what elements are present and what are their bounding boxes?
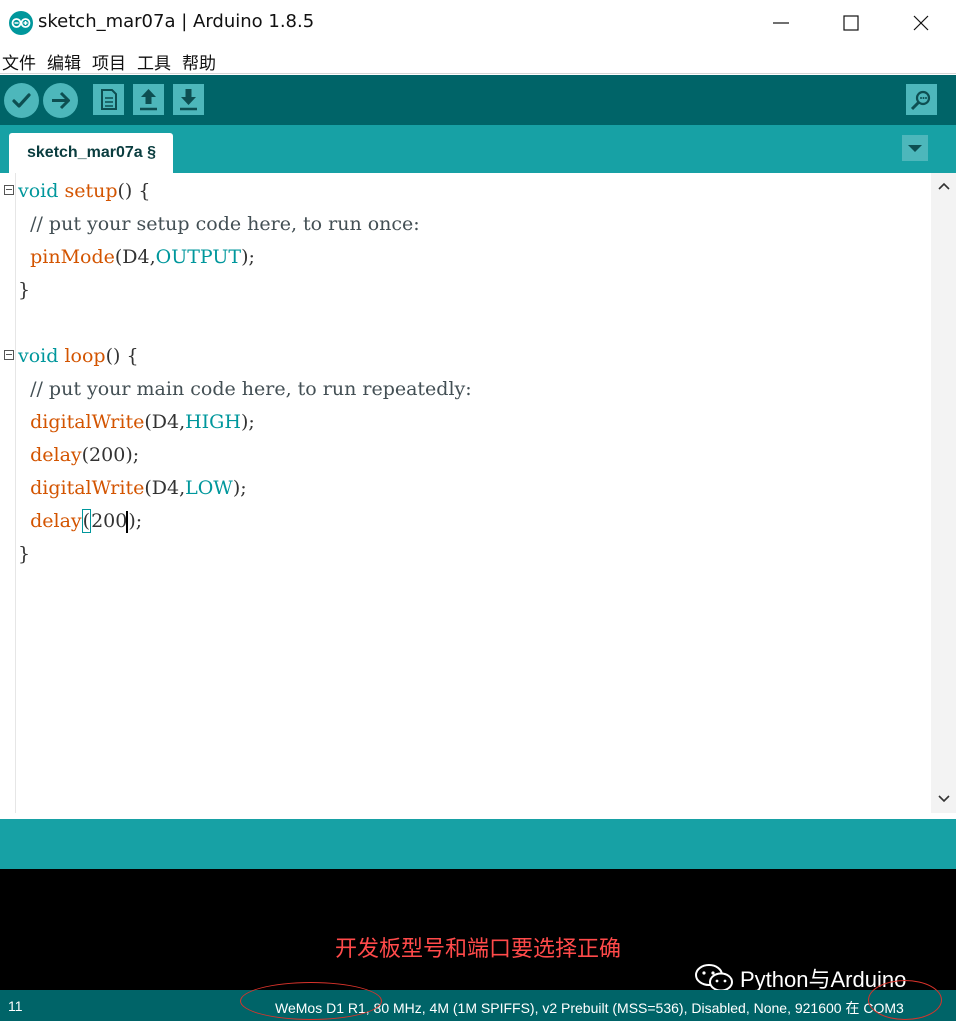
code-token: void (18, 180, 59, 202)
code-token: ); (241, 246, 255, 268)
code-line: pinMode(D4,OUTPUT); (18, 241, 255, 274)
code-line: delay(200); (18, 439, 139, 472)
menu-tools[interactable]: 工具 (137, 49, 171, 74)
wechat-icon (695, 964, 733, 992)
console-output: 开发板型号和端口要选择正确 Python与Arduino (0, 869, 956, 992)
open-icon (140, 89, 157, 111)
maximize-icon (843, 15, 859, 31)
serial-monitor-button[interactable] (906, 84, 937, 115)
code-token: OUTPUT (155, 246, 242, 268)
code-token: digitalWrite (30, 411, 145, 433)
code-token: () { (105, 345, 139, 367)
scroll-up-icon[interactable] (937, 181, 951, 191)
code-token: ; (135, 510, 143, 532)
annotation-text: 开发板型号和端口要选择正确 (335, 937, 622, 962)
scroll-down-icon[interactable] (937, 794, 951, 804)
code-token: delay (30, 444, 82, 466)
bracket-match-highlight: ( (81, 509, 92, 533)
tab-label: sketch_mar07a § (27, 144, 156, 161)
tab-menu-button[interactable] (902, 135, 928, 161)
code-editor[interactable]: void setup() { // put your setup code he… (0, 173, 956, 813)
menu-sketch[interactable]: 项目 (92, 49, 126, 74)
code-line: // put your main code here, to run repea… (18, 373, 472, 406)
save-button[interactable] (173, 84, 204, 115)
code-token: (200); (81, 444, 140, 466)
verify-button[interactable] (4, 83, 39, 118)
tab-strip: sketch_mar07a § (0, 125, 956, 173)
code-token: (D4, (114, 246, 156, 268)
code-line: // put your setup code here, to run once… (18, 208, 420, 241)
code-token: pinMode (30, 246, 115, 268)
code-token: (D4, (144, 411, 186, 433)
code-comment: // put your setup code here, to run once… (30, 213, 420, 235)
code-line: digitalWrite(D4,HIGH); (18, 406, 255, 439)
code-token: ); (232, 477, 247, 499)
upload-icon (52, 91, 70, 110)
code-comment: // put your main code here, to run repea… (30, 378, 472, 400)
code-line: void setup() { (18, 175, 150, 208)
code-line: } (18, 538, 30, 571)
vertical-scrollbar[interactable] (931, 173, 956, 813)
title-bar: sketch_mar07a | Arduino 1.8.5 (0, 0, 956, 44)
arduino-logo-icon (9, 11, 33, 35)
code-line: void loop() { (18, 340, 139, 373)
close-button[interactable] (898, 6, 944, 38)
save-icon (180, 89, 197, 111)
code-token: delay (30, 510, 82, 532)
fold-toggle-icon[interactable] (4, 350, 14, 360)
code-token: ); (240, 411, 255, 433)
message-area (0, 819, 956, 869)
code-token: HIGH (185, 411, 241, 433)
highlight-ellipse-port (868, 980, 942, 1020)
code-token: digitalWrite (30, 477, 145, 499)
close-icon (913, 15, 929, 31)
tab-sketch[interactable]: sketch_mar07a § (9, 133, 173, 173)
code-token: (D4, (144, 477, 186, 499)
code-line: } (18, 274, 30, 307)
highlight-ellipse-board (240, 982, 382, 1020)
minimize-icon (773, 22, 789, 24)
line-number: 11 (8, 998, 23, 1014)
fold-toggle-icon[interactable] (4, 185, 14, 195)
chevron-down-icon (908, 145, 922, 152)
code-line: delay(200); (18, 505, 142, 538)
code-token: 200 (91, 510, 128, 532)
code-token: ) (128, 510, 136, 532)
code-token: } (18, 543, 31, 565)
code-token: loop (64, 345, 106, 367)
code-line: digitalWrite(D4,LOW); (18, 472, 247, 505)
open-button[interactable] (133, 84, 164, 115)
new-button[interactable] (93, 84, 124, 115)
maximize-button[interactable] (828, 6, 874, 38)
menu-bar: 文件 编辑 项目 工具 帮助 (0, 44, 956, 74)
code-token: setup (64, 180, 118, 202)
editor-gutter (0, 173, 16, 813)
menu-edit[interactable]: 编辑 (47, 49, 81, 74)
status-bar: 11 WeMos D1 R1, 80 MHz, 4M (1M SPIFFS), … (0, 990, 956, 1021)
toolbar (0, 75, 956, 125)
code-token: LOW (185, 477, 233, 499)
window-title: sketch_mar07a | Arduino 1.8.5 (38, 11, 315, 32)
code-token: } (18, 279, 31, 301)
new-icon (101, 89, 117, 110)
minimize-button[interactable] (758, 6, 804, 38)
menu-help[interactable]: 帮助 (182, 49, 216, 74)
upload-button[interactable] (43, 83, 78, 118)
serial-monitor-icon (910, 90, 931, 111)
code-token: void (18, 345, 59, 367)
verify-icon (12, 93, 31, 108)
code-token: () { (117, 180, 151, 202)
menu-file[interactable]: 文件 (2, 49, 36, 74)
